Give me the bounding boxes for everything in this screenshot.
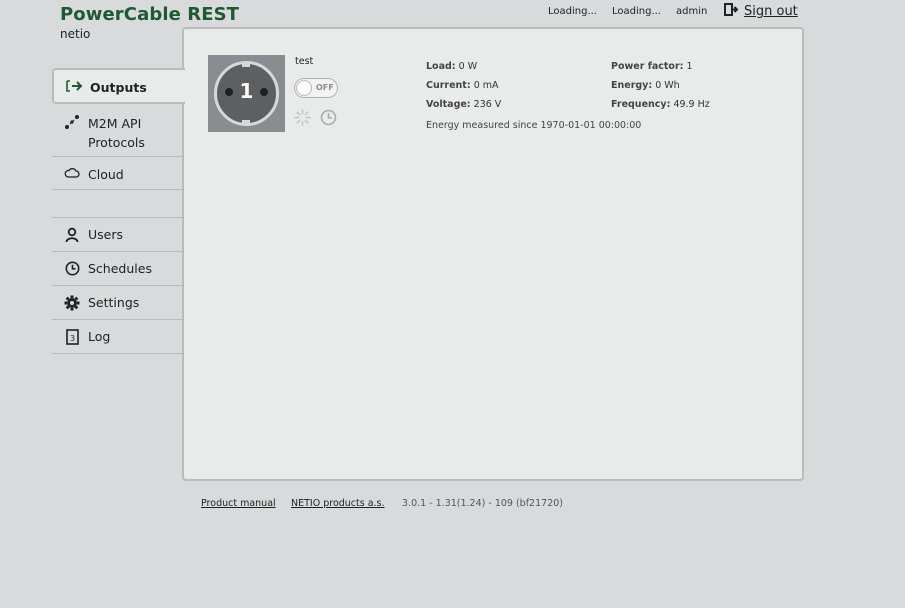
sidebar-item-cloud[interactable]: Cloud xyxy=(52,157,183,190)
arrow-right-icon xyxy=(64,80,84,92)
energy-since-text: Energy measured since 1970-01-01 00:00:0… xyxy=(426,120,642,131)
reset-spinner-icon[interactable] xyxy=(294,109,311,130)
status-loading-1: Loading... xyxy=(548,6,597,17)
sign-out-icon xyxy=(723,2,739,21)
toggle-knob xyxy=(296,80,312,96)
sidebar-item-label: Users xyxy=(88,227,124,242)
sidebar-item-label: Schedules xyxy=(88,261,152,276)
sidebar-item-label: Log xyxy=(88,329,111,344)
sidebar-item-m2m-api[interactable]: M2M API Protocols xyxy=(52,106,183,157)
energy-value: 0 Wh xyxy=(655,80,680,91)
output-socket-1[interactable]: 1 xyxy=(208,55,285,132)
sidebar-spacer xyxy=(52,190,183,218)
toggle-state-label: OFF xyxy=(316,83,334,92)
output-name: test xyxy=(295,56,314,67)
socket-top-clip xyxy=(242,63,250,67)
gear-icon xyxy=(62,295,82,311)
svg-text:3: 3 xyxy=(69,334,74,343)
sign-out-label: Sign out xyxy=(744,4,798,19)
user-icon xyxy=(62,227,82,243)
log-icon: 3 xyxy=(62,329,82,345)
netio-products-link[interactable]: NETIO products a.s. xyxy=(291,498,385,509)
load-label: Load: xyxy=(426,61,456,72)
sidebar-item-label: Outputs xyxy=(90,80,147,95)
schedule-clock-icon[interactable] xyxy=(320,109,337,130)
voltage-measure: Voltage: 236 V xyxy=(426,99,501,110)
current-label: Current: xyxy=(426,80,471,91)
m2m-icon xyxy=(62,114,82,130)
load-value: 0 W xyxy=(458,61,478,72)
load-measure: Load: 0 W xyxy=(426,61,477,72)
frequency-label: Frequency: xyxy=(611,99,671,110)
user-name: admin xyxy=(676,6,708,17)
power-factor-label: Power factor: xyxy=(611,61,684,72)
cloud-icon xyxy=(62,167,82,179)
output-actions xyxy=(294,109,337,130)
sidebar-item-outputs[interactable]: Outputs xyxy=(52,68,185,104)
frequency-value: 49.9 Hz xyxy=(673,99,710,110)
voltage-value: 236 V xyxy=(473,99,502,110)
device-name: netio xyxy=(60,27,91,41)
status-loading-2: Loading... xyxy=(612,6,661,17)
socket-bottom-clip xyxy=(242,120,250,124)
current-value: 0 mA xyxy=(473,80,499,91)
power-factor-measure: Power factor: 1 xyxy=(611,61,693,72)
voltage-label: Voltage: xyxy=(426,99,471,110)
product-manual-link[interactable]: Product manual xyxy=(201,498,276,509)
output-number: 1 xyxy=(239,79,254,103)
current-measure: Current: 0 mA xyxy=(426,80,499,91)
output-toggle[interactable]: OFF xyxy=(294,78,338,98)
sidebar-item-label: Settings xyxy=(88,295,140,310)
power-factor-value: 1 xyxy=(686,61,693,72)
sidebar-item-schedules[interactable]: Schedules xyxy=(52,252,183,286)
firmware-version: 3.0.1 - 1.31(1.24) - 109 (bf21720) xyxy=(402,498,563,509)
sign-out-button[interactable]: Sign out xyxy=(723,2,798,21)
sidebar-item-log[interactable]: 3 Log xyxy=(52,320,183,354)
sidebar-item-settings[interactable]: Settings xyxy=(52,286,183,320)
sidebar-item-users[interactable]: Users xyxy=(52,218,183,252)
frequency-measure: Frequency: 49.9 Hz xyxy=(611,99,710,110)
sidebar-item-label: M2M API Protocols xyxy=(88,116,145,150)
energy-label: Energy: xyxy=(611,80,653,91)
app-title: PowerCable REST xyxy=(60,4,240,25)
clock-icon xyxy=(62,261,82,276)
energy-measure: Energy: 0 Wh xyxy=(611,80,680,91)
sidebar-item-label: Cloud xyxy=(88,167,124,182)
